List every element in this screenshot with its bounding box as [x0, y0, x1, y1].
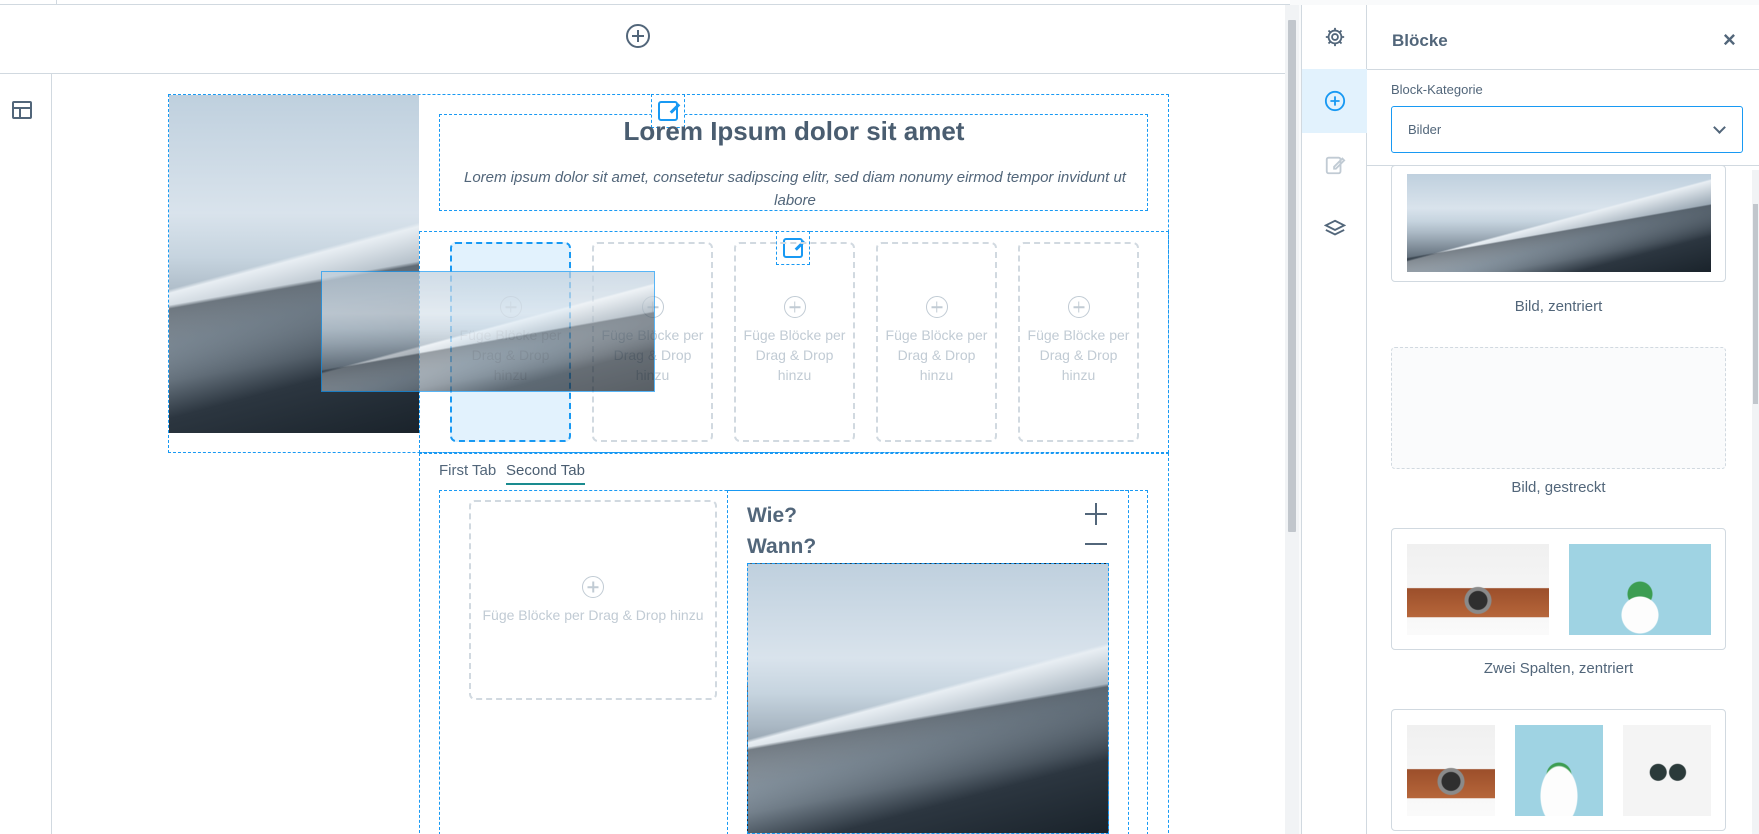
gear-icon [1325, 27, 1344, 47]
panel-scrollbar[interactable] [1752, 170, 1759, 834]
add-section-icon[interactable] [626, 24, 650, 48]
category-select[interactable]: Bilder [1391, 106, 1743, 153]
blocks-panel: Blöcke × Block-Kategorie Bilder Bild, ze… [1367, 5, 1759, 834]
block-card-three-columns[interactable] [1391, 709, 1726, 831]
collapse-minus-icon[interactable] [1085, 543, 1107, 545]
add-section-row [0, 5, 1285, 74]
dropzone-col-4[interactable]: Füge Blöcke per Drag & Drop hinzu [876, 242, 997, 442]
block-preview-camera [1407, 725, 1495, 816]
faq-question-1[interactable]: Wie? [747, 504, 797, 528]
lead-text: Lorem ipsum dolor sit amet, consetetur s… [464, 169, 1126, 209]
panel-title: Blöcke [1392, 31, 1448, 50]
dragged-block-preview[interactable] [321, 271, 655, 392]
layers-icon [1323, 219, 1346, 236]
block-label: Bild, zentriert [1514, 298, 1603, 315]
block-label: Zwei Spalten, zentriert [1483, 660, 1634, 677]
chevron-down-icon [1713, 121, 1726, 134]
faq-question-2[interactable]: Wann? [747, 535, 816, 559]
sidebar-icon-rail [1301, 5, 1367, 834]
canvas-scrollbar[interactable] [1285, 5, 1299, 834]
dropzone-col-3[interactable]: Füge Blöcke per Drag & Drop hinzu [734, 242, 855, 442]
add-block-icon [925, 296, 948, 318]
tab-second[interactable]: Second Tab [506, 462, 585, 485]
page-heading: Lorem Ipsum dolor sit amet [623, 116, 965, 146]
block-preview-plant [1569, 544, 1711, 635]
add-block-icon [1067, 296, 1090, 318]
block-preview-plant [1515, 725, 1603, 816]
panel-header: Blöcke × [1367, 5, 1759, 70]
add-block-icon [582, 576, 604, 598]
add-block-icon [783, 296, 806, 318]
block-card-image-stretched[interactable] [1391, 347, 1726, 469]
dropzone-col-5[interactable]: Füge Blöcke per Drag & Drop hinzu [1018, 242, 1139, 442]
expand-plus-icon[interactable] [1085, 503, 1107, 525]
edit-element-button[interactable] [1302, 133, 1367, 197]
block-label: Bild, gestreckt [1511, 479, 1606, 496]
layers-button[interactable] [1302, 197, 1367, 261]
mountain-image-faq[interactable] [747, 563, 1109, 834]
block-card-image-centered[interactable] [1391, 165, 1726, 282]
category-value: Bilder [1408, 122, 1442, 137]
tab-first[interactable]: First Tab [439, 462, 496, 479]
close-icon[interactable]: × [1723, 29, 1736, 51]
left-toolbar [0, 74, 52, 834]
block-preview-glasses [1623, 725, 1711, 816]
layout-icon[interactable] [12, 101, 32, 119]
blocks-button[interactable] [1302, 69, 1367, 133]
block-preview-camera [1407, 544, 1549, 635]
block-card-two-columns[interactable] [1391, 528, 1726, 650]
block-preview-image [1407, 174, 1711, 272]
edit-icon [1325, 156, 1345, 175]
category-label: Block-Kategorie [1391, 82, 1483, 97]
plus-circle-icon [1324, 90, 1345, 112]
settings-button[interactable] [1302, 5, 1367, 69]
dropzone-tab-content[interactable]: Füge Blöcke per Drag & Drop hinzu [469, 500, 717, 700]
